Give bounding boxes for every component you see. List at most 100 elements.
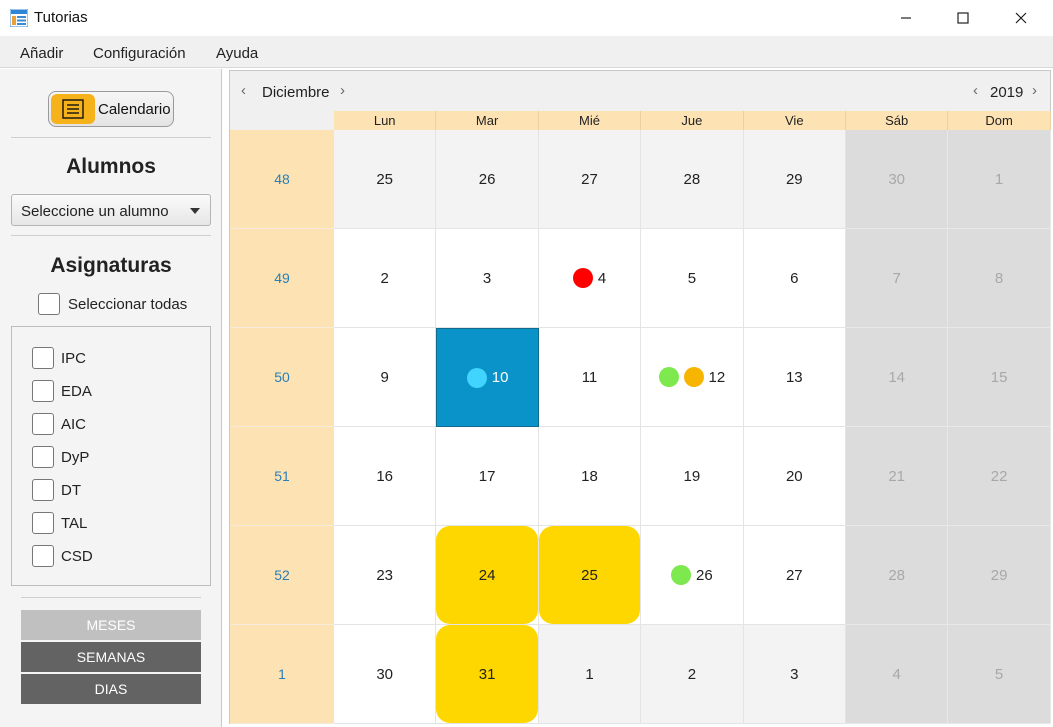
week-number[interactable]: 51 (230, 427, 334, 526)
day-cell[interactable]: 31 (436, 625, 539, 724)
day-cell[interactable]: 2 (334, 229, 437, 328)
day-cell[interactable]: 7 (846, 229, 949, 328)
subject-checkbox-dt[interactable] (32, 479, 54, 501)
day-cell[interactable]: 30 (846, 130, 949, 229)
day-cell[interactable]: 30 (334, 625, 437, 724)
day-number: 28 (888, 566, 906, 584)
day-number: 25 (581, 566, 598, 584)
prev-month-button[interactable]: ‹ (241, 82, 246, 99)
day-cell[interactable]: 4 (846, 625, 949, 724)
day-number: 2 (380, 269, 389, 287)
subject-checkbox-eda[interactable] (32, 380, 54, 402)
next-month-button[interactable]: › (340, 82, 345, 99)
day-cell[interactable]: 13 (743, 328, 846, 427)
menu-anadir[interactable]: Añadir (20, 45, 63, 62)
day-cell[interactable]: 25 (538, 526, 642, 625)
day-cell[interactable]: 28 (641, 130, 744, 229)
subject-label: CSD (61, 548, 93, 565)
subject-label: DyP (61, 449, 90, 466)
month-label: Diciembre (262, 84, 330, 101)
day-cell[interactable]: 26 (641, 526, 744, 625)
day-cell[interactable]: 3 (743, 625, 846, 724)
day-number: 26 (696, 566, 713, 584)
day-cell[interactable]: 28 (846, 526, 949, 625)
close-icon (1015, 12, 1027, 24)
day-cell[interactable]: 18 (538, 427, 642, 526)
day-cell[interactable]: 27 (743, 526, 846, 625)
day-cell[interactable]: 23 (334, 526, 437, 625)
subject-label: TAL (61, 515, 88, 532)
day-number: 9 (380, 368, 389, 386)
week-number[interactable]: 49 (230, 229, 334, 328)
day-cell[interactable]: 5 (948, 625, 1051, 724)
menu-configuracion[interactable]: Configuración (93, 45, 186, 62)
day-cell[interactable]: 2 (641, 625, 744, 724)
day-cell[interactable]: 16 (334, 427, 437, 526)
day-cell[interactable]: 4 (538, 229, 642, 328)
week-number[interactable]: 48 (230, 130, 334, 229)
day-number: 4 (597, 269, 607, 287)
day-number: 30 (376, 665, 394, 683)
next-year-button[interactable]: › (1032, 82, 1037, 99)
close-button[interactable] (998, 0, 1044, 36)
view-months-button[interactable]: MESES (21, 610, 201, 640)
day-cell[interactable]: 9 (334, 328, 437, 427)
week-number[interactable]: 50 (230, 328, 334, 427)
day-number: 11 (581, 368, 598, 386)
week-number[interactable]: 1 (230, 625, 334, 724)
event-dot-icon (683, 367, 704, 387)
day-cell[interactable]: 24 (436, 526, 539, 625)
day-number: 1 (994, 170, 1004, 188)
subject-checkbox-csd[interactable] (32, 545, 54, 567)
day-cell[interactable]: 17 (436, 427, 539, 526)
subject-label: EDA (61, 383, 92, 400)
day-cell[interactable]: 3 (436, 229, 539, 328)
subject-checkbox-ipc[interactable] (32, 347, 54, 369)
day-cell[interactable]: 29 (743, 130, 846, 229)
day-number: 29 (990, 566, 1008, 584)
calendar-toggle-button[interactable]: Calendario (48, 91, 174, 127)
view-days-button[interactable]: DIAS (21, 674, 201, 704)
subject-label: DT (61, 482, 81, 499)
day-cell[interactable]: 1 (948, 130, 1051, 229)
day-cell[interactable]: 15 (948, 328, 1051, 427)
subject-checkbox-dyp[interactable] (32, 446, 54, 468)
day-cell[interactable]: 11 (538, 328, 642, 427)
prev-year-button[interactable]: ‹ (973, 82, 978, 99)
day-cell[interactable]: 12 (641, 328, 744, 427)
day-cell[interactable]: 19 (641, 427, 744, 526)
day-number: 20 (785, 467, 803, 485)
day-cell[interactable]: 6 (743, 229, 846, 328)
subjects-list: IPC EDA AIC DyP DT TAL CSD (11, 326, 211, 586)
day-number: 26 (478, 170, 496, 188)
day-number: 2 (687, 665, 697, 683)
menu-bar: Añadir Configuración Ayuda (0, 36, 1053, 68)
day-cell[interactable]: 10 (436, 328, 539, 427)
day-cell[interactable]: 22 (948, 427, 1051, 526)
day-cell[interactable]: 29 (948, 526, 1051, 625)
day-cell[interactable]: 26 (436, 130, 539, 229)
minimize-button[interactable] (883, 0, 929, 36)
day-cell[interactable]: 14 (846, 328, 949, 427)
maximize-button[interactable] (940, 0, 986, 36)
menu-ayuda[interactable]: Ayuda (216, 45, 258, 62)
day-cell[interactable]: 20 (743, 427, 846, 526)
subject-checkbox-aic[interactable] (32, 413, 54, 435)
day-cell[interactable]: 1 (538, 625, 642, 724)
event-dot-icon (671, 565, 692, 585)
divider (21, 597, 201, 598)
select-all-checkbox[interactable] (38, 293, 60, 315)
day-cell[interactable]: 5 (641, 229, 744, 328)
day-number: 19 (683, 467, 701, 485)
student-select[interactable]: Seleccione un alumno (11, 194, 211, 226)
day-cell[interactable]: 8 (948, 229, 1051, 328)
subject-checkbox-tal[interactable] (32, 512, 54, 534)
day-cell[interactable]: 27 (538, 130, 642, 229)
day-cell[interactable]: 21 (846, 427, 949, 526)
day-cell[interactable]: 25 (334, 130, 437, 229)
week-number[interactable]: 52 (230, 526, 334, 625)
event-dot-icon (466, 367, 487, 388)
day-number: 4 (892, 665, 901, 683)
day-number: 17 (478, 467, 496, 485)
view-weeks-button[interactable]: SEMANAS (21, 642, 201, 672)
